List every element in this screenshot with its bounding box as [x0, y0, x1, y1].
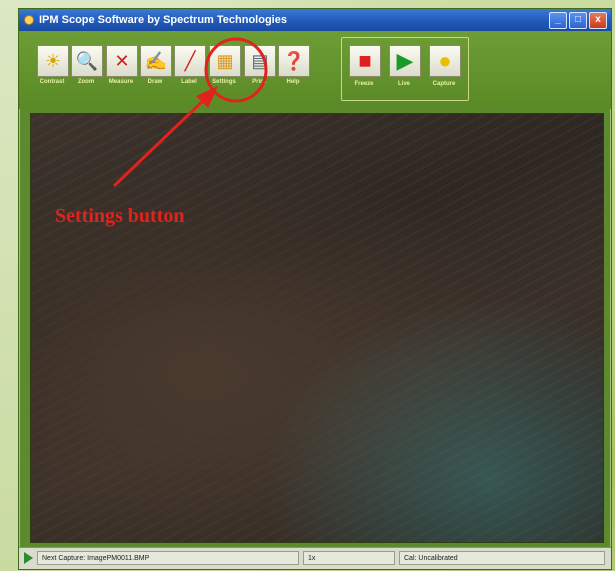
- status-play-icon: [24, 552, 33, 564]
- annotation-text: Settings button: [55, 205, 185, 227]
- app-icon[interactable]: [25, 16, 33, 24]
- magnifier-icon: 🔍: [75, 51, 99, 71]
- camera-image-viewport[interactable]: [30, 113, 604, 543]
- print-button[interactable]: ▤: [244, 45, 276, 77]
- status-zoom-level: 1x: [303, 551, 395, 565]
- status-next-capture: Next Capture: ImagePM0011.BMP: [37, 551, 299, 565]
- help-label: Help: [286, 79, 300, 85]
- minimize-button[interactable]: _: [549, 12, 567, 29]
- window-title: IPM Scope Software by Spectrum Technolog…: [39, 14, 287, 26]
- zoom-button[interactable]: 🔍: [71, 45, 103, 77]
- label-label: Label: [181, 79, 197, 85]
- printer-icon: ▤: [251, 51, 269, 71]
- status-calibration: Cal: Uncalibrated: [399, 551, 605, 565]
- capture-dot-icon: ●: [438, 48, 452, 73]
- measure-icon: ✕: [114, 51, 130, 71]
- contrast-button[interactable]: ☀: [37, 45, 69, 77]
- play-icon: ▶: [396, 48, 414, 73]
- draw-hand-icon: ✍: [144, 51, 168, 71]
- help-icon: ❓: [282, 51, 306, 71]
- freeze-button[interactable]: ■: [349, 45, 381, 77]
- settings-button[interactable]: ▦: [209, 45, 241, 77]
- title-bar[interactable]: IPM Scope Software by Spectrum Technolog…: [19, 9, 611, 31]
- window-controls: _ □ x: [549, 12, 607, 29]
- settings-label: Settings: [212, 79, 236, 85]
- toolbar: ☀ Contrast 🔍 Zoom ✕ Measure ✍ Draw ╱ Label ▦ Settin…: [19, 31, 611, 109]
- live-label: Live: [397, 81, 410, 87]
- status-bar: Next Capture: ImagePM0011.BMP 1x Cal: Un…: [19, 547, 611, 569]
- label-button[interactable]: ╱: [174, 45, 206, 77]
- live-button[interactable]: ▶: [389, 45, 421, 77]
- capture-label: Capture: [432, 81, 456, 87]
- zoom-label: Zoom: [77, 79, 95, 85]
- lightbulb-icon: ☀: [44, 51, 62, 71]
- capture-button[interactable]: ●: [429, 45, 461, 77]
- draw-button[interactable]: ✍: [140, 45, 172, 77]
- measure-button[interactable]: ✕: [106, 45, 138, 77]
- stop-icon: ■: [358, 48, 372, 73]
- maximize-button[interactable]: □: [569, 12, 587, 29]
- freeze-label: Freeze: [354, 81, 374, 87]
- close-button[interactable]: x: [589, 12, 607, 29]
- help-button[interactable]: ❓: [278, 45, 310, 77]
- label-icon: ╱: [184, 51, 196, 71]
- settings-icon: ▦: [216, 51, 234, 71]
- app-window: IPM Scope Software by Spectrum Technolog…: [18, 8, 612, 570]
